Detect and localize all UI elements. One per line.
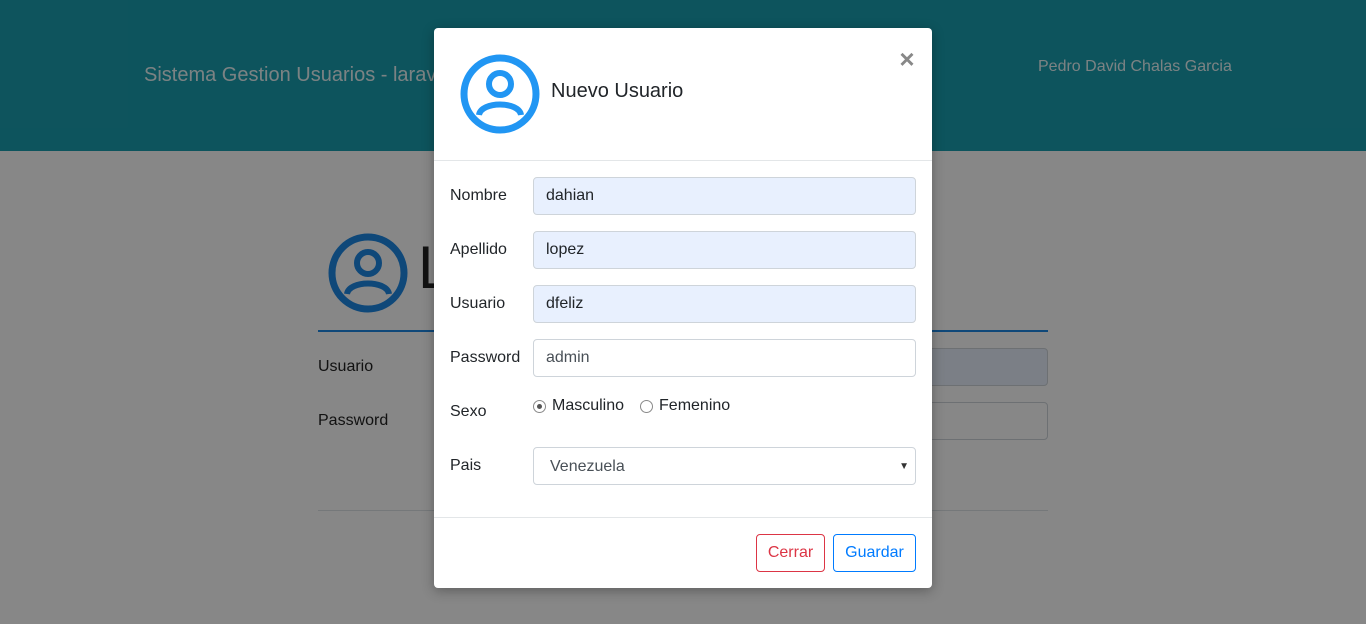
close-icon[interactable]: × <box>896 46 918 72</box>
femenino-radio[interactable] <box>640 399 654 413</box>
sexo-label: Sexo <box>450 403 487 420</box>
sexo-radio-group: Masculino Femenino <box>533 396 746 416</box>
guardar-button[interactable]: Guardar <box>833 534 916 572</box>
pais-selected-value: Venezuela <box>550 458 625 475</box>
pais-select[interactable]: Venezuela ▼ <box>533 447 916 485</box>
modal-footer-divider <box>434 517 932 518</box>
masculino-label[interactable]: Masculino <box>552 397 624 415</box>
modal-title: Nuevo Usuario <box>551 80 684 102</box>
usuario-label: Usuario <box>450 295 506 312</box>
pais-label: Pais <box>450 457 482 474</box>
masculino-radio[interactable] <box>533 399 546 413</box>
modal-header: Nuevo Usuario × <box>434 28 932 161</box>
user-circle-icon <box>460 54 540 134</box>
chevron-down-icon: ▼ <box>899 461 909 472</box>
cerrar-button[interactable]: Cerrar <box>756 534 825 572</box>
apellido-label: Apellido <box>450 241 507 258</box>
nombre-label: Nombre <box>450 187 507 204</box>
password-label: Password <box>450 349 521 366</box>
femenino-label[interactable]: Femenino <box>659 397 730 415</box>
nombre-input[interactable]: dahian <box>533 177 916 215</box>
usuario-input[interactable]: dfeliz <box>533 285 916 323</box>
new-user-modal: Nuevo Usuario × Nombre dahian Apellido l… <box>434 28 932 588</box>
apellido-input[interactable]: lopez <box>533 231 916 269</box>
password-input[interactable]: admin <box>533 339 916 377</box>
